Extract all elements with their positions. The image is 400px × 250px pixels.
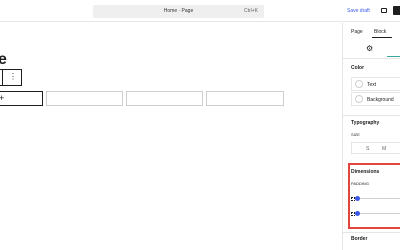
background-swatch-icon [355,95,363,103]
block-cell[interactable] [46,91,123,106]
add-block-icon[interactable]: + [0,93,4,103]
editor-canvas: e ⋮ + [0,23,342,250]
slider-thumb[interactable] [355,211,360,216]
background-color-option[interactable]: Background [351,92,400,106]
typography-section-label[interactable]: Typography [351,120,379,126]
slider-track [355,198,400,199]
device-preview-icon[interactable] [381,8,387,13]
tab-block[interactable]: Block [374,29,386,35]
text-color-option[interactable]: Text [351,77,400,91]
block-toolbar: ⋮ [0,69,22,86]
section-divider [343,115,400,116]
save-draft-button[interactable]: Save draft [347,8,370,14]
padding-label: PADDING [351,181,369,186]
gear-icon[interactable]: ⚙ [366,44,373,53]
document-title: Home · Page [163,8,194,14]
sidebar-tabs: Page Block [343,23,400,39]
block-inspector-tabs: ⚙ [343,41,400,59]
active-tab-indicator [372,37,392,38]
section-divider [343,232,400,233]
dimensions-section-label[interactable]: Dimensions [351,169,379,175]
command-palette-bar[interactable]: Home · Page Ctrl+K [93,5,264,18]
size-label: SIZE [351,132,360,137]
settings-sidebar: Page Block ⚙ Color Text Background Typog… [342,23,400,250]
toolbar-divider [2,70,3,85]
slider-track [355,213,400,214]
editor-window: Home · Page Ctrl+K Save draft e ⋮ + Page… [0,0,400,250]
top-toolbar: Home · Page Ctrl+K Save draft [0,0,400,22]
shortcut-hint: Ctrl+K [243,8,258,14]
slider-thumb[interactable] [355,196,360,201]
color-section-label[interactable]: Color [351,65,364,71]
text-swatch-icon [355,80,363,88]
tab-page[interactable]: Page [351,29,363,35]
padding-vertical-slider[interactable] [355,196,400,201]
styles-tab-indicator [387,56,400,57]
size-option-m[interactable]: M [382,146,386,152]
more-options-icon[interactable]: ⋮ [9,72,17,81]
page-title[interactable]: e [0,51,7,69]
settings-sidebar-toggle-icon[interactable] [393,6,400,15]
font-size-toggle[interactable]: S M [351,142,400,154]
size-option-s[interactable]: S [366,146,369,152]
block-cell-selected[interactable]: + [0,91,43,106]
block-cell[interactable] [206,91,284,106]
padding-horizontal-slider[interactable] [355,211,400,216]
background-color-label: Background [367,97,394,103]
border-section-label[interactable]: Border [351,236,367,242]
block-cell[interactable] [126,91,203,106]
text-color-label: Text [367,82,377,88]
